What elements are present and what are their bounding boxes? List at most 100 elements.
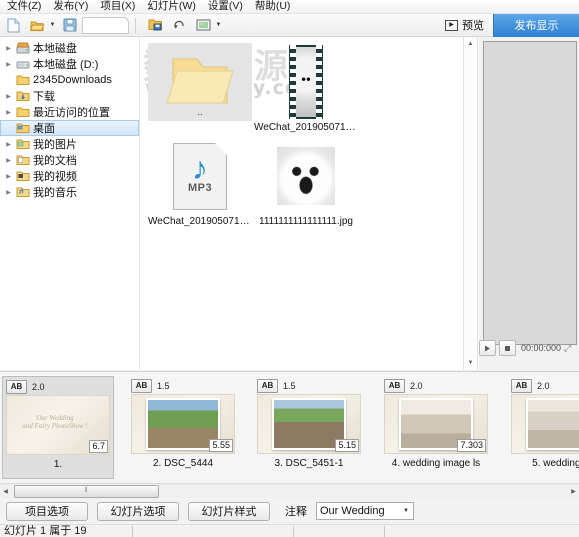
menu-slideshow[interactable]: 幻灯片(W)	[141, 0, 201, 13]
expand-icon[interactable]: ⤢	[564, 343, 571, 354]
menu-publish[interactable]: 发布(Y)	[47, 0, 94, 13]
slide-style-button[interactable]: 幻灯片样式	[188, 501, 270, 521]
sidebar-item-label: 我的音乐	[33, 187, 77, 199]
sidebar-item-local-disk[interactable]: ▶ 本地磁盘	[0, 40, 139, 56]
slide-duration-badge[interactable]: 6.7	[89, 440, 108, 453]
scrollbar-track[interactable]: ⦀	[11, 484, 568, 498]
expand-chevron-icon[interactable]: ▶	[2, 170, 15, 183]
new-document-icon	[7, 18, 19, 32]
sidebar-item-my-videos[interactable]: ▶ 我的视频	[0, 168, 139, 184]
sidebar-item-recent-places[interactable]: ▶ 最近访问的位置	[0, 104, 139, 120]
save-button[interactable]	[59, 15, 81, 36]
preview-button[interactable]: ▶ 预览	[436, 14, 493, 36]
image-options-button[interactable]	[192, 15, 214, 36]
publish-show-button[interactable]: 发布显示	[493, 13, 579, 37]
folder-icon	[15, 106, 30, 119]
sidebar-item-my-documents[interactable]: ▶ 我的文档	[0, 152, 139, 168]
expand-chevron-icon[interactable]: ▶	[2, 106, 15, 119]
download-folder-icon	[15, 90, 30, 103]
add-media-button[interactable]	[144, 15, 166, 36]
sidebar-item-my-music[interactable]: ▶ 我的音乐	[0, 184, 139, 200]
image-options-dropdown-arrow[interactable]: ▼	[214, 16, 223, 35]
menu-project[interactable]: 项目(X)	[94, 0, 141, 13]
slide-duration-badge[interactable]: 5.55	[209, 439, 233, 452]
application-window: 文件(Z) 发布(Y) 项目(X) 幻灯片(W) 设置(V) 帮助(U) ▼ ▼…	[0, 0, 579, 537]
scroll-left-icon[interactable]: ◀	[0, 485, 11, 498]
slide-thumbnail[interactable]	[511, 394, 579, 454]
music-folder-icon	[15, 186, 30, 199]
slide-duration-badge[interactable]: 7.303	[457, 439, 486, 452]
slide-item-4[interactable]: AB 2.0 7.303 4. wedding image ls	[381, 376, 493, 479]
transition-badge[interactable]: AB	[131, 378, 152, 393]
menu-help[interactable]: 帮助(U)	[249, 0, 297, 13]
expand-chevron-icon[interactable]: ▶	[2, 42, 15, 55]
scroll-right-icon[interactable]: ▶	[568, 485, 579, 498]
sidebar-item-label: 我的文档	[33, 155, 77, 167]
parent-folder-label: ..	[197, 107, 203, 118]
note-dropdown[interactable]: Our Wedding ▼	[316, 502, 414, 520]
pictures-folder-icon	[15, 138, 30, 151]
slide-thumbnail[interactable]: 7.303	[384, 394, 488, 454]
slide-item-5[interactable]: AB 2.0 5. wedding im	[508, 376, 579, 479]
sidebar-item-downloads[interactable]: ▶ 下载	[0, 88, 139, 104]
file-item-parent-folder[interactable]: ..	[147, 43, 253, 133]
expand-chevron-icon[interactable]: ▶	[2, 58, 15, 71]
transition-time: 2.0	[537, 380, 550, 391]
slide-duration-badge[interactable]: 5.15	[335, 439, 359, 452]
project-options-button[interactable]: 项目选项	[6, 501, 88, 521]
play-button[interactable]	[479, 340, 496, 356]
sidebar-item-my-pictures[interactable]: ▶ 我的图片	[0, 136, 139, 152]
open-folder-dropdown-arrow[interactable]: ▼	[48, 16, 57, 35]
music-note-icon: ♪	[192, 150, 208, 186]
image-options-icon	[196, 19, 210, 31]
transition-badge[interactable]: AB	[511, 378, 532, 393]
transition-badge[interactable]: AB	[6, 379, 27, 394]
file-pane-vertical-scrollbar[interactable]: ▲ ▼	[463, 37, 478, 370]
filmstrip-horizontal-scrollbar[interactable]: ◀ ⦀ ▶	[0, 483, 579, 498]
menu-settings[interactable]: 设置(V)	[202, 0, 249, 13]
open-folder-button[interactable]	[26, 15, 48, 36]
file-thumbnail: ♪ MP3	[148, 137, 252, 215]
folder-tree[interactable]: ▶ 本地磁盘 ▶ 本地磁盘 (D:) 2345Downloads ▶ 下载 ▶ …	[0, 37, 140, 370]
slide-overlay-text: Our Wedding and Fairy PhotoShow !	[22, 414, 88, 430]
preview-canvas[interactable]	[483, 41, 577, 345]
slide-thumbnail[interactable]: 5.15	[257, 394, 361, 454]
sidebar-item-label: 下载	[33, 91, 55, 103]
transition-badge[interactable]: AB	[384, 378, 405, 393]
sidebar-item-desktop[interactable]: 桌面	[0, 120, 139, 136]
folder-icon	[15, 74, 30, 87]
undo-icon	[173, 20, 184, 29]
scroll-down-icon[interactable]: ▼	[464, 356, 477, 369]
desktop-folder-icon	[15, 122, 30, 135]
file-item-image[interactable]: 1111111111111111.jpg	[253, 137, 359, 227]
new-document-button[interactable]	[2, 15, 24, 36]
slide-item-1[interactable]: AB 2.0 Our Wedding and Fairy PhotoShow ! …	[2, 376, 114, 479]
sidebar-item-label: 最近访问的位置	[33, 107, 110, 119]
slide-filmstrip[interactable]: AB 2.0 Our Wedding and Fairy PhotoShow ! …	[0, 371, 579, 482]
chevron-down-icon[interactable]: ▼	[403, 508, 409, 514]
drive-icon	[15, 42, 30, 55]
file-browser-pane[interactable]: 数码资源网 www.smzy.com ..	[141, 37, 462, 370]
sidebar-item-local-disk-d[interactable]: ▶ 本地磁盘 (D:)	[0, 56, 139, 72]
slide-thumbnail[interactable]: Our Wedding and Fairy PhotoShow ! 6.7	[6, 395, 110, 455]
stop-button[interactable]	[499, 340, 516, 356]
slide-options-button[interactable]: 幻灯片选项	[97, 501, 179, 521]
slide-photo	[526, 398, 579, 450]
menu-file[interactable]: 文件(Z)	[1, 0, 47, 13]
expand-chevron-icon[interactable]: ▶	[2, 90, 15, 103]
slide-item-3[interactable]: AB 1.5 5.15 3. DSC_5451-1	[254, 376, 366, 479]
file-item-video[interactable]: WeChat_2019050710...	[253, 43, 359, 133]
expand-chevron-icon[interactable]: ▶	[2, 154, 15, 167]
undo-button[interactable]	[168, 15, 190, 36]
sidebar-item-2345downloads[interactable]: 2345Downloads	[0, 72, 139, 88]
slide-item-2[interactable]: AB 1.5 5.55 2. DSC_5444	[128, 376, 240, 479]
file-item-audio[interactable]: ♪ MP3 WeChat_2019050710...	[147, 137, 253, 227]
slide-header: AB 2.0	[511, 378, 579, 393]
scrollbar-thumb[interactable]: ⦀	[14, 484, 159, 498]
expand-chevron-icon[interactable]: ▶	[2, 186, 15, 199]
slide-thumbnail[interactable]: 5.55	[131, 394, 235, 454]
expand-chevron-icon[interactable]: ▶	[2, 138, 15, 151]
documents-folder-icon	[15, 154, 30, 167]
transition-badge[interactable]: AB	[257, 378, 278, 393]
scroll-up-icon[interactable]: ▲	[464, 37, 477, 50]
